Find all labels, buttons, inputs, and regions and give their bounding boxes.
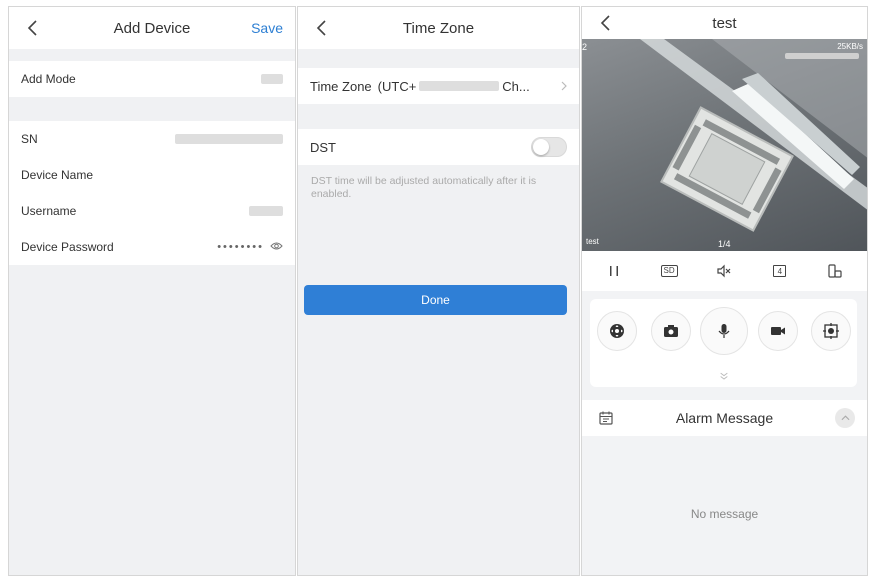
- no-message-text: No message: [690, 507, 759, 521]
- time-zone-value-suffix: Ch...: [502, 78, 530, 94]
- camera-icon[interactable]: [651, 311, 691, 351]
- time-zone-value-prefix: (UTC+: [377, 78, 417, 94]
- action-panel: [590, 299, 857, 387]
- live-view-screen: test 2 25KB/s test 1/4 SD 4 Alarm Messag…: [581, 6, 868, 576]
- alarm-message-header: Alarm Message: [582, 400, 867, 436]
- dst-label: DST: [310, 139, 336, 155]
- dst-toggle[interactable]: [531, 137, 567, 157]
- back-button[interactable]: [312, 17, 332, 39]
- chevron-left-icon: [316, 20, 326, 36]
- back-button[interactable]: [23, 17, 43, 39]
- time-zone-label: Time Zone: [310, 78, 372, 94]
- page-indicator: 1/4: [718, 239, 731, 249]
- username-row[interactable]: Username: [9, 193, 295, 229]
- chevron-up-icon: [841, 415, 849, 421]
- timestamp-redacted: [785, 53, 859, 59]
- add-mode-value-redacted: [261, 74, 283, 84]
- back-button[interactable]: [596, 12, 616, 34]
- page-title: test: [712, 14, 737, 32]
- eye-icon[interactable]: [270, 240, 283, 254]
- sn-row[interactable]: SN: [9, 121, 295, 157]
- time-zone-screen: Time Zone Time Zone (UTC+ Ch... DST DST …: [297, 6, 580, 576]
- quality-button[interactable]: SD: [658, 260, 680, 282]
- snapshot-target-icon[interactable]: [811, 311, 851, 351]
- camera-overlay-name: test: [586, 237, 599, 246]
- add-mode-row[interactable]: Add Mode: [9, 61, 295, 97]
- dst-row: DST: [298, 129, 579, 165]
- add-mode-label: Add Mode: [21, 72, 76, 86]
- device-password-value: ••••••••: [217, 241, 264, 253]
- add-device-navbar: Add Device Save: [9, 7, 295, 49]
- time-zone-row[interactable]: Time Zone (UTC+ Ch...: [298, 68, 579, 104]
- device-name-label: Device Name: [21, 168, 94, 182]
- dst-description: DST time will be adjusted automatically …: [311, 175, 537, 200]
- chevron-right-icon: [561, 81, 567, 91]
- channel-number: 2: [582, 42, 588, 52]
- time-zone-navbar: Time Zone: [298, 7, 579, 49]
- device-password-label: Device Password: [21, 240, 114, 254]
- alarm-message-title: Alarm Message: [675, 410, 774, 426]
- chevron-left-icon: [27, 20, 37, 36]
- save-button[interactable]: Save: [251, 20, 283, 36]
- chevron-left-icon: [600, 15, 610, 31]
- done-button[interactable]: Done: [304, 285, 567, 315]
- bitrate: 25KB/s: [837, 42, 863, 51]
- collapse-button[interactable]: [835, 408, 855, 428]
- username-value-redacted: [249, 206, 283, 216]
- time-zone-value-redacted: [419, 81, 500, 91]
- chevron-double-down-icon[interactable]: [718, 371, 730, 381]
- camera-scene: [582, 39, 867, 232]
- split-screen-button[interactable]: 4: [769, 260, 791, 282]
- speaker-mute-icon[interactable]: [713, 260, 735, 282]
- sn-value-redacted: [175, 134, 283, 144]
- playback-controls: SD 4: [582, 251, 867, 291]
- toggle-knob: [533, 139, 549, 155]
- ptz-icon[interactable]: [597, 311, 637, 351]
- pause-icon[interactable]: [603, 260, 625, 282]
- username-label: Username: [21, 204, 77, 218]
- video-record-icon[interactable]: [758, 311, 798, 351]
- sd-label: SD: [660, 265, 678, 277]
- video-feed[interactable]: 2 25KB/s test 1/4: [582, 39, 867, 251]
- device-name-row[interactable]: Device Name: [9, 157, 295, 193]
- add-device-screen: Add Device Save Add Mode SN Device Name …: [8, 6, 296, 576]
- page-title: Time Zone: [402, 19, 475, 37]
- device-password-row[interactable]: Device Password ••••••••: [9, 229, 295, 265]
- calendar-icon: [598, 410, 614, 431]
- page-title: Add Device: [113, 19, 191, 37]
- sn-label: SN: [21, 132, 38, 146]
- microphone-icon[interactable]: [700, 307, 748, 355]
- live-view-navbar: test: [582, 7, 867, 39]
- split-count: 4: [773, 265, 787, 277]
- device-icon[interactable]: [824, 260, 846, 282]
